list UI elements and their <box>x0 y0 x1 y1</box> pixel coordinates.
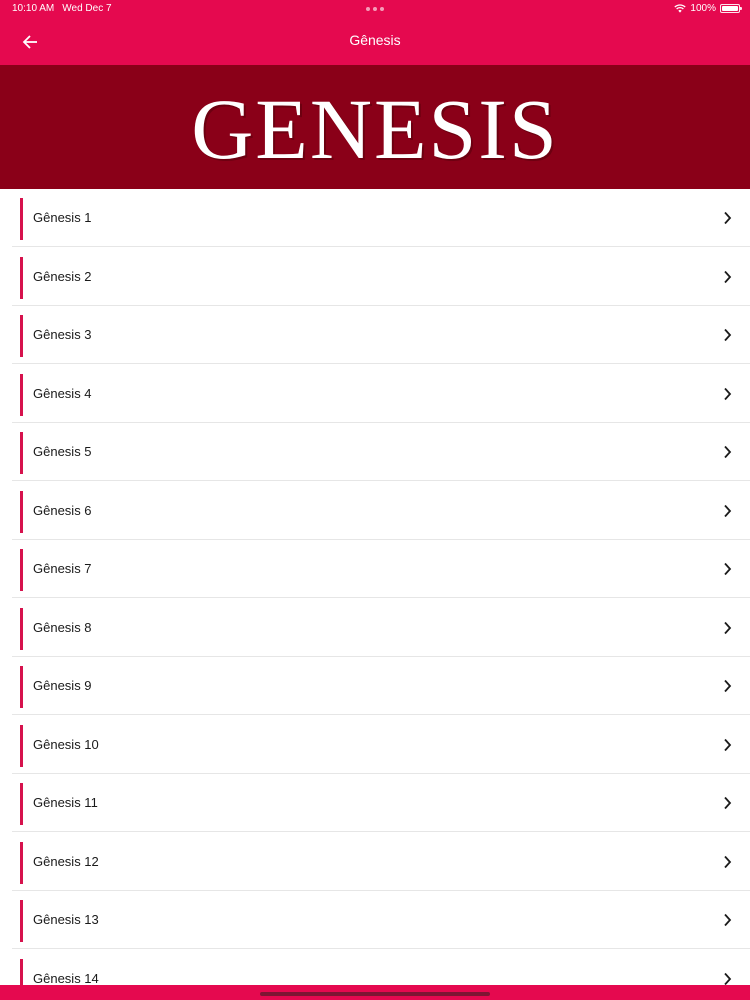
book-banner: GENESIS <box>0 65 750 189</box>
chevron-right-icon <box>724 270 732 283</box>
chapter-list-item[interactable]: Gênesis 13 <box>12 891 750 949</box>
chevron-right-icon <box>724 562 732 576</box>
chapter-label: Gênesis 10 <box>33 736 99 752</box>
chevron-right-icon <box>724 738 732 751</box>
chapter-label: Gênesis 14 <box>33 970 99 986</box>
status-time: 10:10 AM <box>12 3 55 14</box>
app-header: Gênesis <box>0 18 750 65</box>
chapter-accent-bar <box>20 198 23 240</box>
chapter-list-item[interactable]: Gênesis 3 <box>12 306 750 364</box>
battery-percent: 100% <box>690 3 716 14</box>
chapter-list-item[interactable]: Gênesis 9 <box>12 657 750 715</box>
chapter-accent-bar <box>20 256 23 299</box>
chapter-accent-bar <box>20 841 23 884</box>
chapter-label: Gênesis 11 <box>33 795 98 810</box>
chevron-right-icon <box>724 328 732 342</box>
chapter-list-item[interactable]: Gênesis 5 <box>12 423 750 481</box>
chapter-list-item[interactable]: Gênesis 7 <box>12 540 750 598</box>
chapter-accent-bar <box>20 432 23 474</box>
chapter-label: Gênesis 12 <box>33 853 99 869</box>
chapter-list-item[interactable]: Gênesis 1 <box>12 189 750 247</box>
battery-icon <box>720 4 742 13</box>
chevron-right-icon <box>724 211 732 225</box>
chevron-right-icon <box>724 621 732 634</box>
chevron-right-icon <box>724 387 732 400</box>
chapter-list-item[interactable]: Gênesis 11 <box>12 774 750 832</box>
chapter-label: Gênesis 2 <box>33 268 92 284</box>
wifi-icon <box>674 4 687 13</box>
chapter-list[interactable]: Gênesis 1 Gênesis 2 Gênesis 3 Gênesis 4 Gêne… <box>0 189 750 985</box>
chapter-label: Gênesis 3 <box>33 327 92 342</box>
chapter-accent-bar <box>20 373 23 416</box>
app-window: 10:10 AM Wed Dec 7 100% Gênesis GENESIS <box>0 0 750 1000</box>
chevron-right-icon <box>724 679 732 693</box>
page-title: Gênesis <box>349 32 401 48</box>
chapter-accent-bar <box>20 490 23 533</box>
chapter-list-item[interactable]: Gênesis 8 <box>12 599 750 657</box>
chapter-list-item[interactable]: Gênesis 6 <box>12 482 750 540</box>
chevron-right-icon <box>724 913 732 927</box>
chapter-list-item[interactable]: Gênesis 2 <box>12 248 750 306</box>
home-indicator[interactable] <box>260 992 490 996</box>
chapter-label: Gênesis 7 <box>33 561 92 576</box>
chevron-right-icon <box>724 504 732 517</box>
chapter-list-item[interactable]: Gênesis 14 <box>12 950 750 986</box>
chapter-list-item[interactable]: Gênesis 10 <box>12 716 750 774</box>
chapter-label: Gênesis 4 <box>33 385 92 401</box>
status-bar: 10:10 AM Wed Dec 7 100% <box>0 0 750 18</box>
chevron-right-icon <box>724 855 732 868</box>
chapter-label: Gênesis 9 <box>33 678 92 693</box>
chapter-accent-bar <box>20 724 23 767</box>
chevron-right-icon <box>724 445 732 459</box>
chevron-right-icon <box>724 972 732 985</box>
chapter-label: Gênesis 13 <box>33 912 99 927</box>
chapter-accent-bar <box>20 549 23 591</box>
chapter-list-item[interactable]: Gênesis 12 <box>12 833 750 891</box>
chapter-accent-bar <box>20 607 23 650</box>
multitasking-dots-icon[interactable] <box>366 7 384 11</box>
chapter-accent-bar <box>20 783 23 825</box>
chapter-label: Gênesis 6 <box>33 502 92 518</box>
chapter-label: Gênesis 5 <box>33 444 92 459</box>
chapter-accent-bar <box>20 900 23 942</box>
chapter-label: Gênesis 1 <box>33 210 92 225</box>
status-right: 100% <box>674 3 742 14</box>
status-left: 10:10 AM Wed Dec 7 <box>12 3 112 14</box>
banner-title: GENESIS <box>191 81 559 177</box>
status-date: Wed Dec 7 <box>62 3 112 14</box>
chapter-accent-bar <box>20 958 23 985</box>
chevron-right-icon <box>724 796 732 810</box>
chapter-label: Gênesis 8 <box>33 619 92 635</box>
chapter-accent-bar <box>20 666 23 708</box>
chapter-list-item[interactable]: Gênesis 4 <box>12 365 750 423</box>
chapter-accent-bar <box>20 315 23 357</box>
